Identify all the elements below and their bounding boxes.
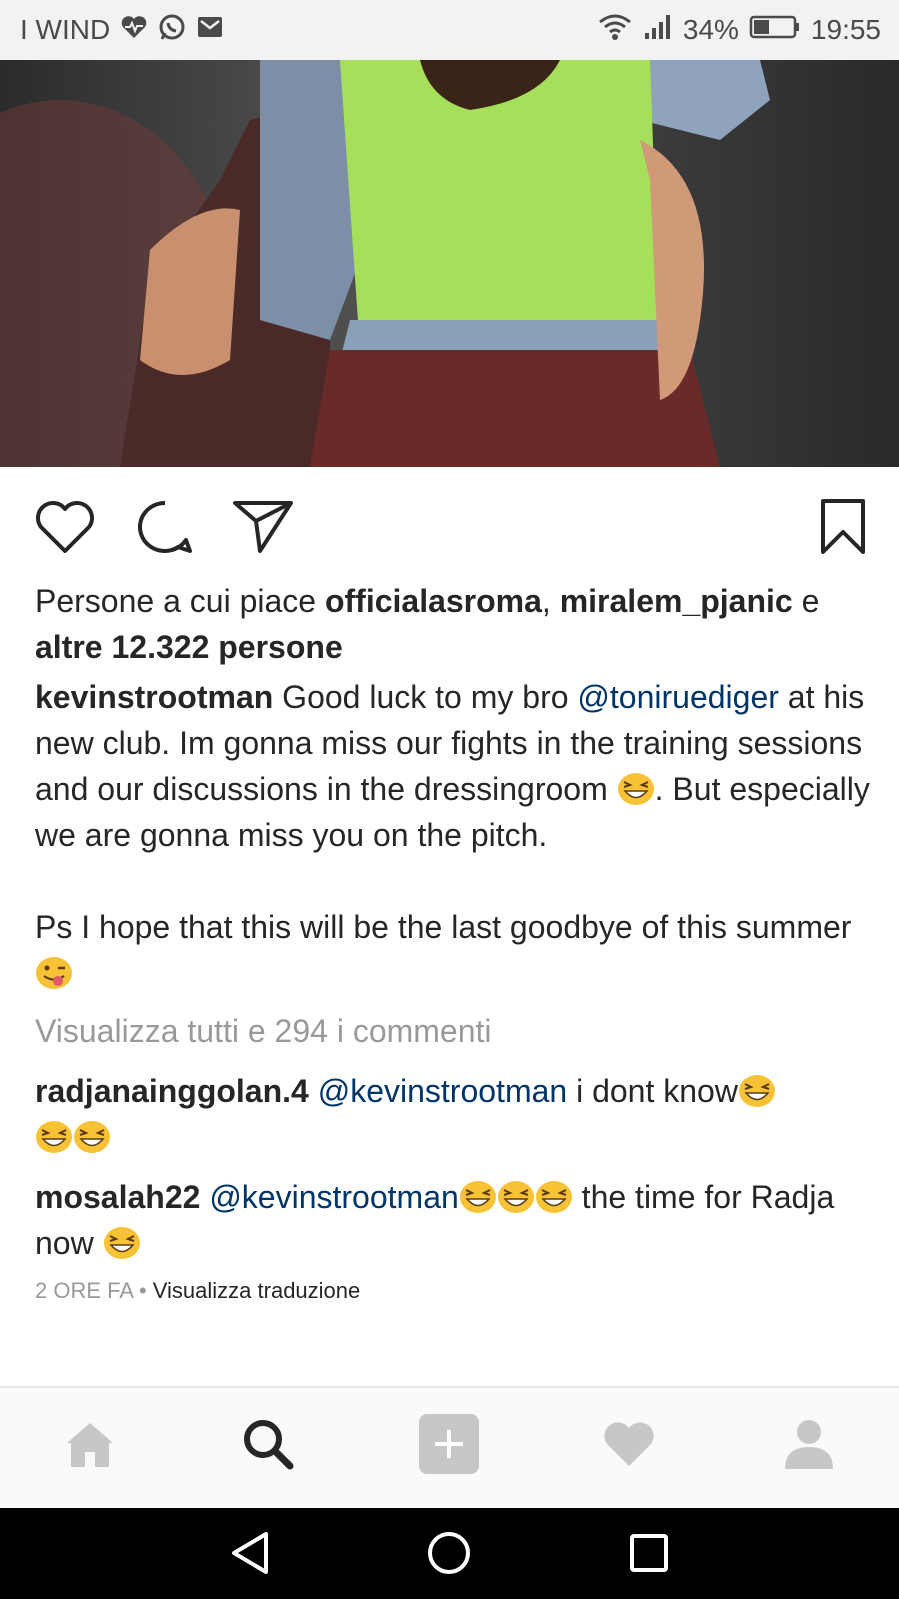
comment-author[interactable]: radjanainggolan.4 (35, 1073, 309, 1109)
home-circle-icon (424, 1532, 474, 1582)
likes-separator: , (541, 583, 560, 619)
recents-button[interactable] (624, 1528, 674, 1578)
mail-icon (196, 14, 224, 46)
nav-add-button[interactable] (419, 1413, 479, 1479)
view-all-comments-link[interactable]: Visualizza tutti e 294 i commenti (35, 1008, 875, 1054)
likes-and: e (792, 583, 820, 619)
grinning-squinting-emoji-icon (459, 1180, 497, 1214)
grinning-squinting-emoji-icon (497, 1180, 535, 1214)
comment-text: i dont know (567, 1073, 738, 1109)
post-photo[interactable] (0, 60, 899, 467)
heart-pulse-icon (120, 14, 148, 47)
meta-separator: • (132, 1278, 153, 1303)
status-bar: I WIND 34% 19:55 (0, 0, 899, 60)
carrier-label: I WIND (20, 14, 111, 45)
back-triangle-icon (226, 1532, 276, 1582)
like-button[interactable] (34, 500, 96, 558)
grinning-squinting-emoji-icon (103, 1226, 141, 1260)
signal-icon (643, 13, 673, 48)
battery-percent: 34% (682, 14, 739, 45)
comment-author[interactable]: mosalah22 (35, 1179, 200, 1215)
caption-author[interactable]: kevinstrootman (35, 679, 273, 715)
caption-mention[interactable]: @toniruediger (577, 679, 778, 715)
nav-profile-button[interactable] (779, 1416, 839, 1476)
grinning-squinting-emoji-icon (35, 1120, 73, 1154)
comment-button[interactable] (134, 500, 196, 558)
comment-mention[interactable]: @kevinstrootman (209, 1179, 458, 1215)
system-nav-bar (0, 1508, 899, 1599)
nav-activity-button[interactable] (599, 1416, 659, 1476)
post-meta: 2 ORE FA • Visualizza traduzione (35, 1276, 875, 1306)
whatsapp-icon (158, 13, 186, 48)
photo-illustration (0, 60, 770, 467)
home-icon (63, 1419, 117, 1474)
winking-tongue-emoji-icon (35, 956, 73, 990)
comment-mention[interactable]: @kevinstrootman (318, 1073, 567, 1109)
bookmark-icon (819, 498, 867, 561)
clock: 19:55 (810, 14, 881, 45)
save-button[interactable] (812, 498, 874, 561)
caption-text: Good luck to my bro (273, 679, 578, 715)
post-caption: kevinstrootman Good luck to my bro @toni… (35, 674, 875, 996)
nav-search-button[interactable] (238, 1416, 298, 1476)
liker-officialasroma[interactable]: officialasroma (325, 583, 542, 619)
search-icon (241, 1417, 295, 1476)
comment-bubble-icon (136, 499, 194, 560)
bottom-nav (0, 1388, 899, 1508)
see-translation-link[interactable]: Visualizza traduzione (153, 1278, 361, 1303)
grinning-squinting-emoji-icon (617, 772, 655, 806)
caption-text: Ps I hope that this will be the last goo… (35, 909, 852, 945)
grinning-squinting-emoji-icon (535, 1180, 573, 1214)
post-actions (0, 490, 899, 560)
add-icon (419, 1413, 479, 1479)
post-details: Persone a cui piace officialasroma, mira… (35, 578, 875, 1306)
profile-icon (782, 1417, 836, 1476)
share-button[interactable] (232, 500, 294, 558)
comment-item: mosalah22 @kevinstrootman the time for R… (35, 1174, 875, 1266)
recents-square-icon (624, 1534, 674, 1582)
grinning-squinting-emoji-icon (73, 1120, 111, 1154)
heart-outline-icon (34, 499, 96, 560)
nav-home-button[interactable] (60, 1416, 120, 1476)
grinning-squinting-emoji-icon (738, 1074, 776, 1108)
back-button[interactable] (226, 1528, 276, 1578)
battery-icon (749, 14, 801, 47)
comment-item: radjanainggolan.4 @kevinstrootman i dont… (35, 1068, 875, 1160)
likes-others-link[interactable]: altre 12.322 persone (35, 629, 343, 665)
home-system-button[interactable] (424, 1528, 474, 1578)
wifi-icon (597, 12, 633, 49)
likes-summary: Persone a cui piace officialasroma, mira… (35, 578, 875, 670)
paper-plane-icon (232, 499, 294, 560)
post-timestamp: 2 ORE FA (35, 1278, 133, 1303)
heart-icon (602, 1420, 656, 1473)
likes-prefix: Persone a cui piace (35, 583, 325, 619)
liker-miralem-pjanic[interactable]: miralem_pjanic (560, 583, 793, 619)
